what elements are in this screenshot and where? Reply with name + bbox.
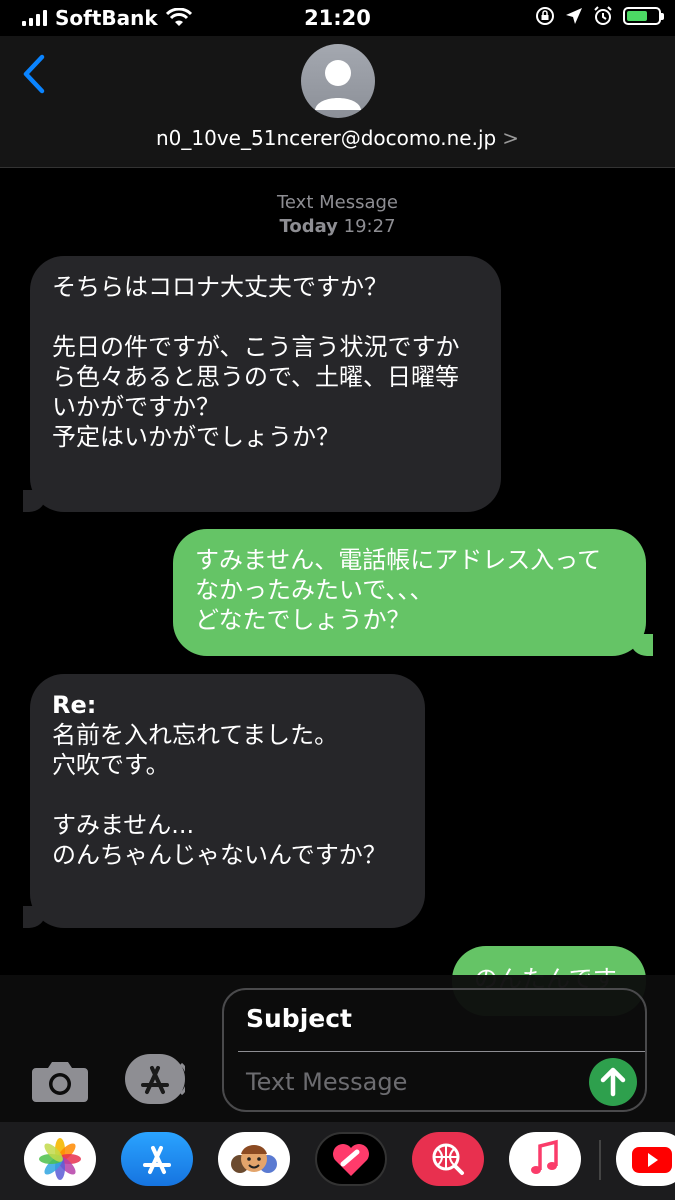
bubble-tail (23, 906, 45, 928)
contact-name: n0_10ve_51ncerer@docomo.ne.jp (156, 126, 497, 150)
timestamp: Today 19:27 (0, 216, 675, 237)
subject-input[interactable]: Subject (246, 1004, 352, 1033)
app-store-app-button[interactable] (121, 1132, 193, 1186)
message-line (52, 780, 403, 810)
app-store-icon (143, 1146, 171, 1174)
arrow-up-icon (600, 1067, 626, 1097)
message-line: なかったみたいで、、、 (195, 576, 434, 604)
camera-icon (32, 1062, 88, 1102)
back-button[interactable] (20, 54, 46, 98)
music-app-button[interactable] (509, 1132, 581, 1186)
camera-button[interactable] (30, 1058, 90, 1104)
rotation-lock-icon (536, 7, 554, 25)
timestamp-time: 19:27 (343, 216, 396, 237)
app-store-button[interactable] (125, 1054, 190, 1104)
message-line (52, 302, 479, 332)
memoji-icon (231, 1145, 277, 1173)
chevron-left-icon (23, 54, 45, 94)
message-line: ら色々あると思うので、土曜、日曜等 (52, 363, 460, 391)
message-subject: Re: (52, 691, 97, 719)
service-label: Text Message (276, 192, 399, 213)
message-bubble-received[interactable]: そちらはコロナ大丈夫ですか？ 先日の件ですが、こう言う状況ですか ら色々あると思… (23, 256, 501, 512)
chevron-right-icon: > (502, 126, 519, 150)
app-drawer (0, 1122, 675, 1200)
web-search-app-button[interactable] (412, 1132, 484, 1186)
message-input[interactable]: Text Message (246, 1068, 407, 1096)
message-line: そちらはコロナ大丈夫ですか？ (52, 273, 388, 301)
photos-app-button[interactable] (24, 1132, 96, 1186)
message-line: すみません、電話帳にアドレス入って (195, 546, 602, 574)
message-compose-field[interactable]: Subject Text Message (222, 988, 647, 1112)
contact-address[interactable]: n0_10ve_51ncerer@docomo.ne.jp > (0, 126, 675, 150)
message-line: 予定はいかがでしょうか？ (52, 423, 340, 451)
person-icon (315, 60, 361, 110)
alarm-icon (594, 6, 612, 25)
digital-touch-app-button[interactable] (315, 1132, 387, 1186)
youtube-app-button[interactable] (616, 1132, 675, 1186)
timestamp-day: Today (279, 216, 338, 237)
message-line: 先日の件ですが、こう言う状況ですか (52, 333, 460, 361)
youtube-icon (632, 1147, 672, 1173)
app-store-icon (141, 1062, 190, 1096)
digital-touch-icon (333, 1144, 369, 1176)
message-line: すみません... (52, 811, 195, 839)
web-search-icon (432, 1143, 464, 1175)
photos-icon (39, 1138, 81, 1180)
bubble-tail (23, 490, 45, 512)
message-line: いかがですか？ (52, 393, 220, 421)
field-divider (238, 1051, 645, 1052)
conversation-header: n0_10ve_51ncerer@docomo.ne.jp > (0, 36, 675, 168)
send-button[interactable] (589, 1058, 637, 1106)
message-line: どなたでしょうか？ (195, 606, 411, 634)
drawer-separator (599, 1140, 601, 1180)
message-bubble-received[interactable]: Re: 名前を入れ忘れてました。 穴吹です。 すみません... のんちゃんじゃな… (23, 674, 425, 928)
music-icon (531, 1139, 558, 1174)
message-line: のんちゃんじゃないんですか？ (52, 841, 387, 869)
status-bar: SoftBank 21:20 (0, 0, 675, 36)
memoji-app-button[interactable] (218, 1132, 290, 1186)
battery-icon (623, 7, 664, 25)
message-line: 穴吹です。 (52, 751, 170, 779)
bubble-tail (631, 634, 653, 656)
location-icon (566, 8, 582, 24)
message-line: 名前を入れ忘れてました。 (52, 721, 339, 749)
status-icons (535, 6, 664, 26)
message-bubble-sent[interactable]: すみません、電話帳にアドレス入って なかったみたいで、、、 どなたでしょうか？ (173, 529, 653, 656)
contact-avatar[interactable] (301, 44, 375, 118)
